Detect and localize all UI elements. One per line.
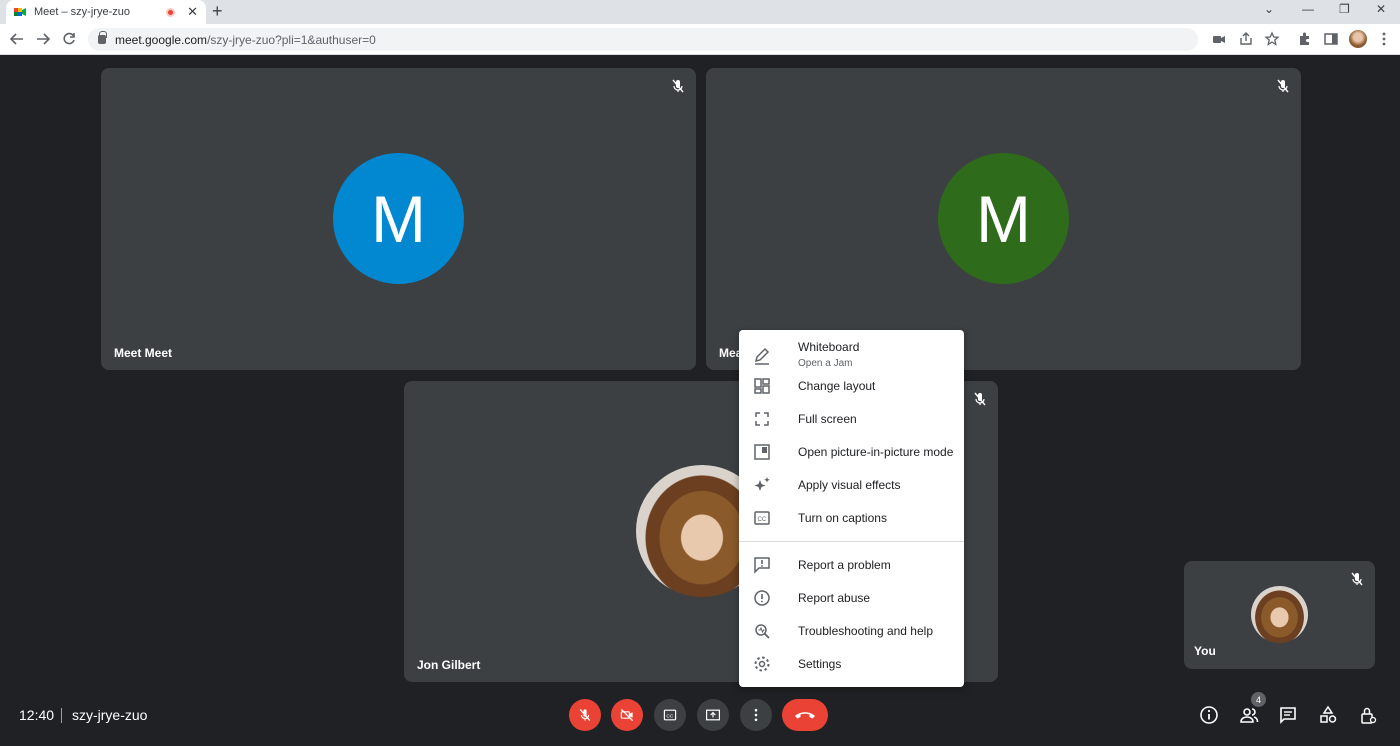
menu-item-settings[interactable]: Settings (739, 647, 964, 680)
new-tab-button[interactable]: + (212, 1, 223, 22)
menu-item-label: Whiteboard (798, 340, 860, 354)
meeting-code: szy-jrye-zuo (72, 707, 148, 723)
menu-item-change-layout[interactable]: Change layout (739, 369, 964, 402)
menu-item-label: Open picture-in-picture mode (798, 444, 954, 459)
back-icon[interactable] (10, 32, 24, 46)
report-abuse-icon (754, 589, 770, 606)
tab-close-icon[interactable]: ✕ (187, 4, 198, 20)
menu-item-full-screen[interactable]: Full screen (739, 402, 964, 435)
captions-icon: CC (663, 709, 677, 721)
share-icon[interactable] (1238, 31, 1254, 47)
menu-item-label: Settings (798, 656, 842, 671)
self-view-tile[interactable]: You (1184, 561, 1375, 669)
minimize-button[interactable]: — (1302, 2, 1314, 16)
restore-button[interactable]: ❐ (1339, 2, 1350, 16)
self-photo (1251, 586, 1308, 643)
menu-item-label: Change layout (798, 378, 876, 393)
leave-call-button[interactable] (782, 699, 828, 731)
svg-text:CC: CC (758, 517, 767, 523)
profile-avatar[interactable] (1349, 30, 1367, 48)
menu-item-label: Full screen (798, 411, 857, 426)
muted-mic-icon (1351, 572, 1363, 586)
captions-icon: CC (754, 510, 770, 525)
extensions-icon[interactable] (1297, 31, 1313, 47)
participant-avatar: M (333, 153, 464, 284)
avatar-initial: M (976, 181, 1031, 256)
lock-icon (98, 31, 107, 44)
sparkle-icon (754, 476, 770, 491)
settings-icon (754, 656, 770, 671)
menu-item-picture-in-picture[interactable]: Open picture-in-picture mode (739, 435, 964, 468)
fullscreen-icon (755, 411, 769, 426)
mic-off-icon (579, 708, 591, 722)
chat-icon[interactable] (1278, 705, 1298, 725)
troubleshoot-icon (755, 623, 770, 639)
layout-icon (754, 377, 770, 394)
reload-icon[interactable] (62, 32, 76, 46)
url-path: /szy-jrye-zuo?pli=1&authuser=0 (207, 32, 376, 47)
people-icon[interactable] (1239, 705, 1259, 725)
forward-icon[interactable] (36, 32, 50, 46)
address-toolbar: meet.google.com/szy-jrye-zuo?pli=1&authu… (0, 24, 1400, 55)
window-close-button[interactable]: ✕ (1376, 2, 1386, 16)
activities-icon[interactable] (1318, 705, 1338, 725)
self-name: You (1194, 644, 1216, 658)
camera-off-icon (620, 708, 634, 722)
recording-indicator-icon (166, 7, 176, 17)
participant-tile[interactable]: M Mea (706, 68, 1301, 370)
more-options-menu: Whiteboard Open a Jam Change layout Full… (739, 330, 964, 687)
camera-toggle-button[interactable] (611, 699, 643, 731)
time-separator (61, 708, 62, 723)
end-call-icon (795, 712, 815, 719)
menu-item-label: Report abuse (798, 590, 871, 605)
pencil-icon (754, 347, 770, 365)
muted-mic-icon (1277, 79, 1289, 93)
menu-item-report-problem[interactable]: Report a problem (739, 548, 964, 581)
bookmark-star-icon[interactable] (1264, 31, 1280, 47)
menu-item-label: Turn on captions (798, 510, 887, 525)
more-options-button[interactable] (740, 699, 772, 731)
report-problem-icon (754, 556, 770, 574)
menu-divider (739, 541, 964, 542)
participant-tile[interactable]: M Meet Meet (101, 68, 696, 370)
omnibox[interactable]: meet.google.com/szy-jrye-zuo?pli=1&authu… (88, 28, 1198, 51)
svg-text:CC: CC (666, 713, 673, 719)
menu-item-visual-effects[interactable]: Apply visual effects (739, 468, 964, 501)
url-host: meet.google.com (115, 32, 208, 47)
avatar-initial: M (371, 181, 426, 256)
participant-name: Meet Meet (114, 346, 173, 360)
tab-title: Meet – szy-jrye-zuo (34, 6, 130, 18)
host-controls-icon[interactable] (1358, 705, 1378, 725)
menu-item-label: Apply visual effects (798, 477, 901, 492)
menu-item-report-abuse[interactable]: Report abuse (739, 581, 964, 614)
meet-favicon-icon (14, 8, 26, 16)
browser-tab-bar: Meet – szy-jrye-zuo ✕ + ⌄ — ❐ ✕ (0, 0, 1400, 24)
people-count-badge: 4 (1251, 692, 1266, 707)
participant-avatar: M (938, 153, 1069, 284)
meeting-details-icon[interactable] (1199, 705, 1219, 725)
menu-item-captions[interactable]: CC Turn on captions (739, 501, 964, 534)
menu-item-label: Report a problem (798, 557, 891, 572)
side-panel-icon[interactable] (1323, 31, 1339, 47)
camera-in-use-icon[interactable] (1211, 31, 1227, 47)
captions-button[interactable]: CC (654, 699, 686, 731)
microphone-toggle-button[interactable] (569, 699, 601, 731)
meeting-time: 12:40 (19, 707, 55, 723)
pip-icon (754, 443, 770, 460)
muted-mic-icon (974, 392, 986, 406)
menu-item-troubleshooting[interactable]: Troubleshooting and help (739, 614, 964, 647)
muted-mic-icon (672, 79, 684, 93)
browser-tab[interactable]: Meet – szy-jrye-zuo ✕ (6, 0, 206, 24)
present-button[interactable] (697, 699, 729, 731)
chrome-menu-icon[interactable] (1376, 31, 1392, 47)
present-screen-icon (706, 709, 720, 721)
more-vert-icon (754, 708, 758, 722)
menu-item-sublabel: Open a Jam (798, 358, 853, 369)
participant-name: Jon Gilbert (417, 658, 481, 672)
menu-item-label: Troubleshooting and help (798, 623, 933, 638)
tab-search-icon[interactable]: ⌄ (1264, 2, 1274, 16)
